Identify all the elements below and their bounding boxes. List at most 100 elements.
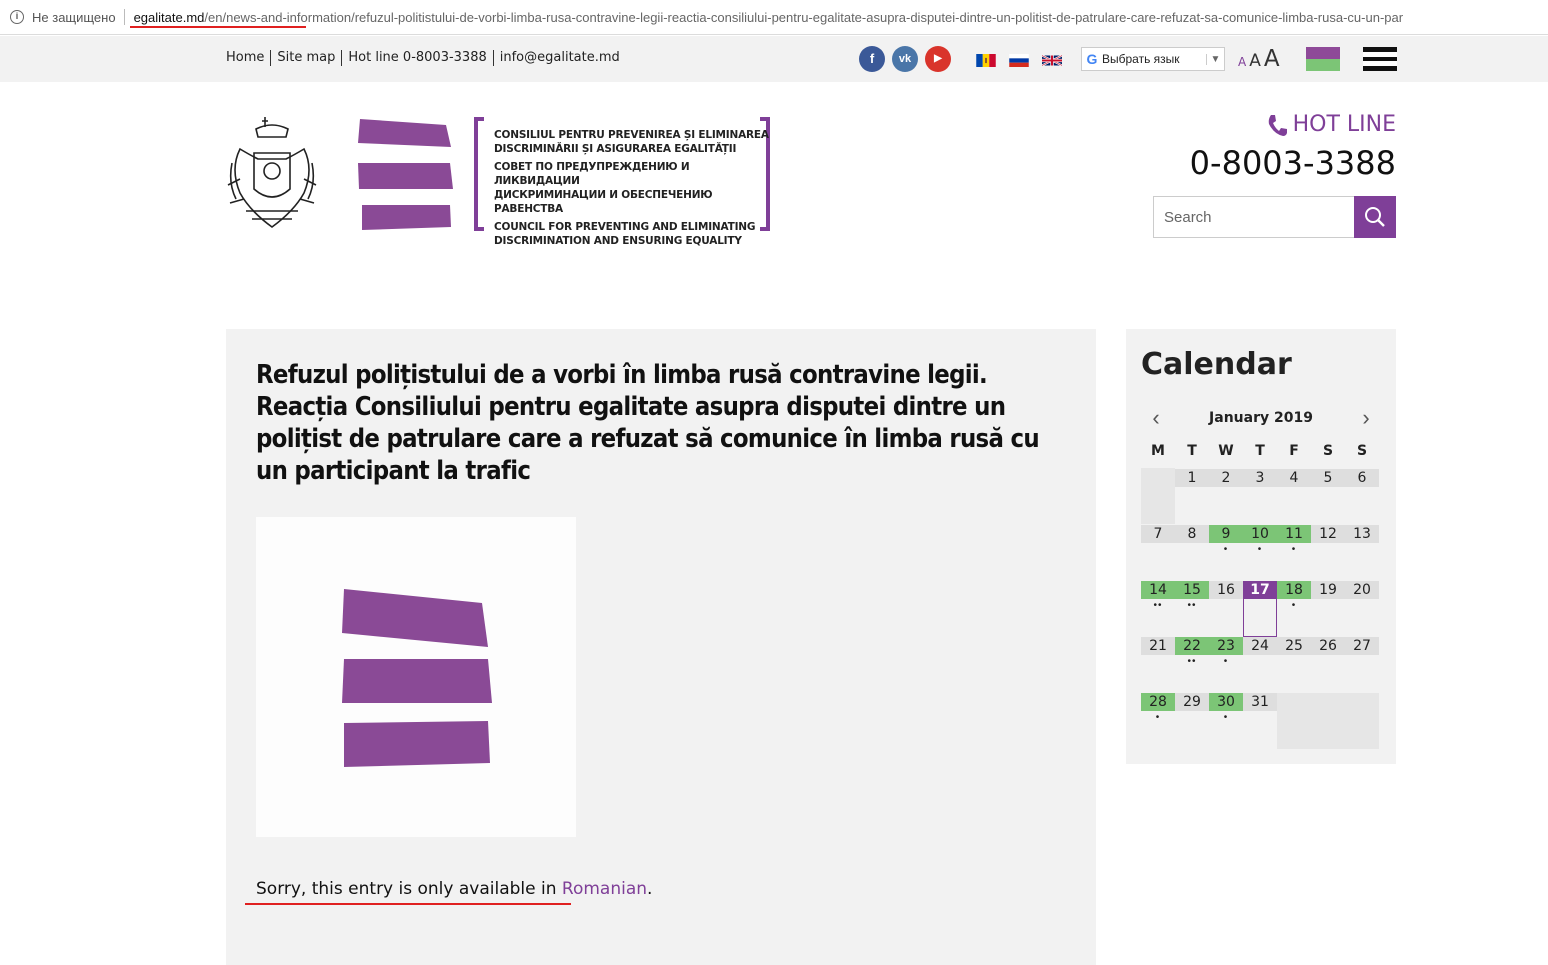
- calendar-day[interactable]: 1: [1175, 469, 1209, 487]
- weekday-header: S: [1322, 443, 1334, 459]
- weekday-header: F: [1289, 443, 1299, 459]
- info-icon[interactable]: i: [10, 10, 24, 24]
- article-panel: Refuzul polițistului de a vorbi în limba…: [226, 329, 1096, 965]
- article-image: [256, 517, 576, 837]
- font-large-button[interactable]: A: [1264, 46, 1280, 72]
- google-icon: G: [1086, 51, 1098, 67]
- calendar-day[interactable]: 19: [1311, 581, 1345, 599]
- event-dots: •: [1291, 544, 1297, 555]
- calendar-day[interactable]: 18: [1277, 581, 1311, 599]
- calendar-day[interactable]: 8: [1175, 525, 1209, 543]
- hotline-number[interactable]: 0-8003-3388: [1190, 144, 1396, 182]
- search-button[interactable]: [1354, 196, 1396, 238]
- contrast-bw-button[interactable]: [1363, 47, 1397, 71]
- event-dots: •: [1257, 544, 1263, 555]
- logo-line-ru-1: СОВЕТ ПО ПРЕДУПРЕЖДЕНИЮ И ЛИКВИДАЦИИ: [494, 161, 690, 187]
- calendar-month: January 2019: [1209, 410, 1313, 426]
- coat-of-arms-logo[interactable]: [226, 115, 318, 233]
- calendar-day[interactable]: 28: [1141, 693, 1175, 711]
- language-select[interactable]: G Выбрать язык ▼: [1081, 47, 1225, 71]
- annotation-underline: [130, 26, 306, 28]
- weekday-header: W: [1218, 443, 1234, 459]
- browser-address-bar[interactable]: i Не защищено egalitate.md/en/news-and-i…: [0, 0, 1548, 35]
- calendar-day[interactable]: 6: [1345, 469, 1379, 487]
- calendar-day[interactable]: 12: [1311, 525, 1345, 543]
- calendar-day[interactable]: 25: [1277, 637, 1311, 655]
- facebook-icon[interactable]: f: [859, 46, 885, 72]
- chevron-down-icon: ▼: [1206, 53, 1224, 65]
- calendar-empty-cell: [1141, 468, 1175, 524]
- weekday-header: T: [1255, 443, 1265, 459]
- weekday-header: M: [1151, 443, 1165, 459]
- logo-line-en-1: COUNCIL FOR PREVENTING AND ELIMINATING: [494, 221, 756, 233]
- flag-moldova-icon[interactable]: [976, 54, 996, 67]
- council-logo-text[interactable]: CONSILIUL PENTRU PREVENIREA ȘI ELIMINARE…: [474, 117, 770, 247]
- language-select-label: Выбрать язык: [1102, 52, 1180, 66]
- weekday-header: T: [1187, 443, 1197, 459]
- calendar-day[interactable]: 9: [1209, 525, 1243, 543]
- event-dots: ••: [1187, 656, 1197, 667]
- calendar-day[interactable]: 26: [1311, 637, 1345, 655]
- calendar-day[interactable]: 30: [1209, 693, 1243, 711]
- calendar-day[interactable]: 2: [1209, 469, 1243, 487]
- font-size-controls: A A A: [1238, 46, 1280, 72]
- calendar-day[interactable]: 7: [1141, 525, 1175, 543]
- event-dots: •: [1291, 600, 1297, 611]
- link-email[interactable]: info@egalitate.md: [492, 50, 626, 66]
- youtube-icon[interactable]: ▶: [925, 46, 951, 72]
- event-dots: ••: [1187, 600, 1197, 611]
- font-small-button[interactable]: A: [1238, 55, 1246, 69]
- calendar-day[interactable]: 13: [1345, 525, 1379, 543]
- calendar-day[interactable]: 11: [1277, 525, 1311, 543]
- calendar-day[interactable]: 20: [1345, 581, 1379, 599]
- divider: [123, 9, 125, 25]
- security-label: Не защищено: [32, 9, 116, 25]
- event-dots: •: [1223, 544, 1229, 555]
- event-dots: ••: [1153, 600, 1163, 611]
- calendar-day[interactable]: 14: [1141, 581, 1175, 599]
- vk-icon[interactable]: vk: [892, 46, 918, 72]
- calendar-day[interactable]: 23: [1209, 637, 1243, 655]
- font-medium-button[interactable]: A: [1249, 51, 1261, 71]
- logo-bracket-left: [474, 117, 484, 231]
- weekday-header: S: [1356, 443, 1368, 459]
- calendar-day[interactable]: 31: [1243, 693, 1277, 711]
- event-dots: •: [1223, 656, 1229, 667]
- calendar-title: Calendar: [1141, 347, 1292, 382]
- link-hotline[interactable]: Hot line 0-8003-3388: [341, 50, 492, 66]
- calendar-day[interactable]: 29: [1175, 693, 1209, 711]
- calendar-day[interactable]: 22: [1175, 637, 1209, 655]
- calendar-day[interactable]: 21: [1141, 637, 1175, 655]
- logo-line-en-2: DISCRIMINATION AND ENSURING EQUALITY: [494, 235, 742, 247]
- calendar-empty-cell: [1277, 693, 1379, 749]
- link-site-map[interactable]: Site map: [270, 50, 341, 66]
- today-highlight: [1243, 599, 1277, 637]
- annotation-underline: [245, 903, 571, 905]
- hotline-heading: HOT LINE: [1267, 112, 1396, 137]
- url-host[interactable]: egalitate.md: [134, 10, 205, 25]
- romanian-link[interactable]: Romanian: [562, 879, 647, 899]
- calendar-day[interactable]: 16: [1209, 581, 1243, 599]
- search-input[interactable]: [1153, 196, 1354, 238]
- event-dots: •: [1223, 712, 1229, 723]
- calendar-day[interactable]: 24: [1243, 637, 1277, 655]
- council-logo-bars[interactable]: [356, 117, 454, 231]
- link-home[interactable]: Home: [226, 50, 270, 66]
- notice-text: Sorry, this entry is only available in: [256, 879, 562, 899]
- council-logo-image: [342, 589, 492, 767]
- calendar-day[interactable]: 10: [1243, 525, 1277, 543]
- contrast-color-button[interactable]: [1306, 47, 1340, 71]
- calendar-day[interactable]: 27: [1345, 637, 1379, 655]
- calendar-day[interactable]: 3: [1243, 469, 1277, 487]
- calendar-day[interactable]: 15: [1175, 581, 1209, 599]
- calendar-nav: ‹ January 2019 ›: [1141, 407, 1381, 431]
- notice-suffix: .: [647, 879, 653, 899]
- calendar-day[interactable]: 17: [1243, 581, 1277, 599]
- flag-uk-icon[interactable]: [1042, 54, 1062, 67]
- calendar-day[interactable]: 5: [1311, 469, 1345, 487]
- phone-icon: [1268, 114, 1287, 136]
- chevron-right-icon[interactable]: ›: [1356, 407, 1376, 431]
- calendar-day[interactable]: 4: [1277, 469, 1311, 487]
- flag-russia-icon[interactable]: [1009, 54, 1029, 67]
- url-path[interactable]: /en/news-and-information/refuzul-politis…: [204, 10, 1403, 25]
